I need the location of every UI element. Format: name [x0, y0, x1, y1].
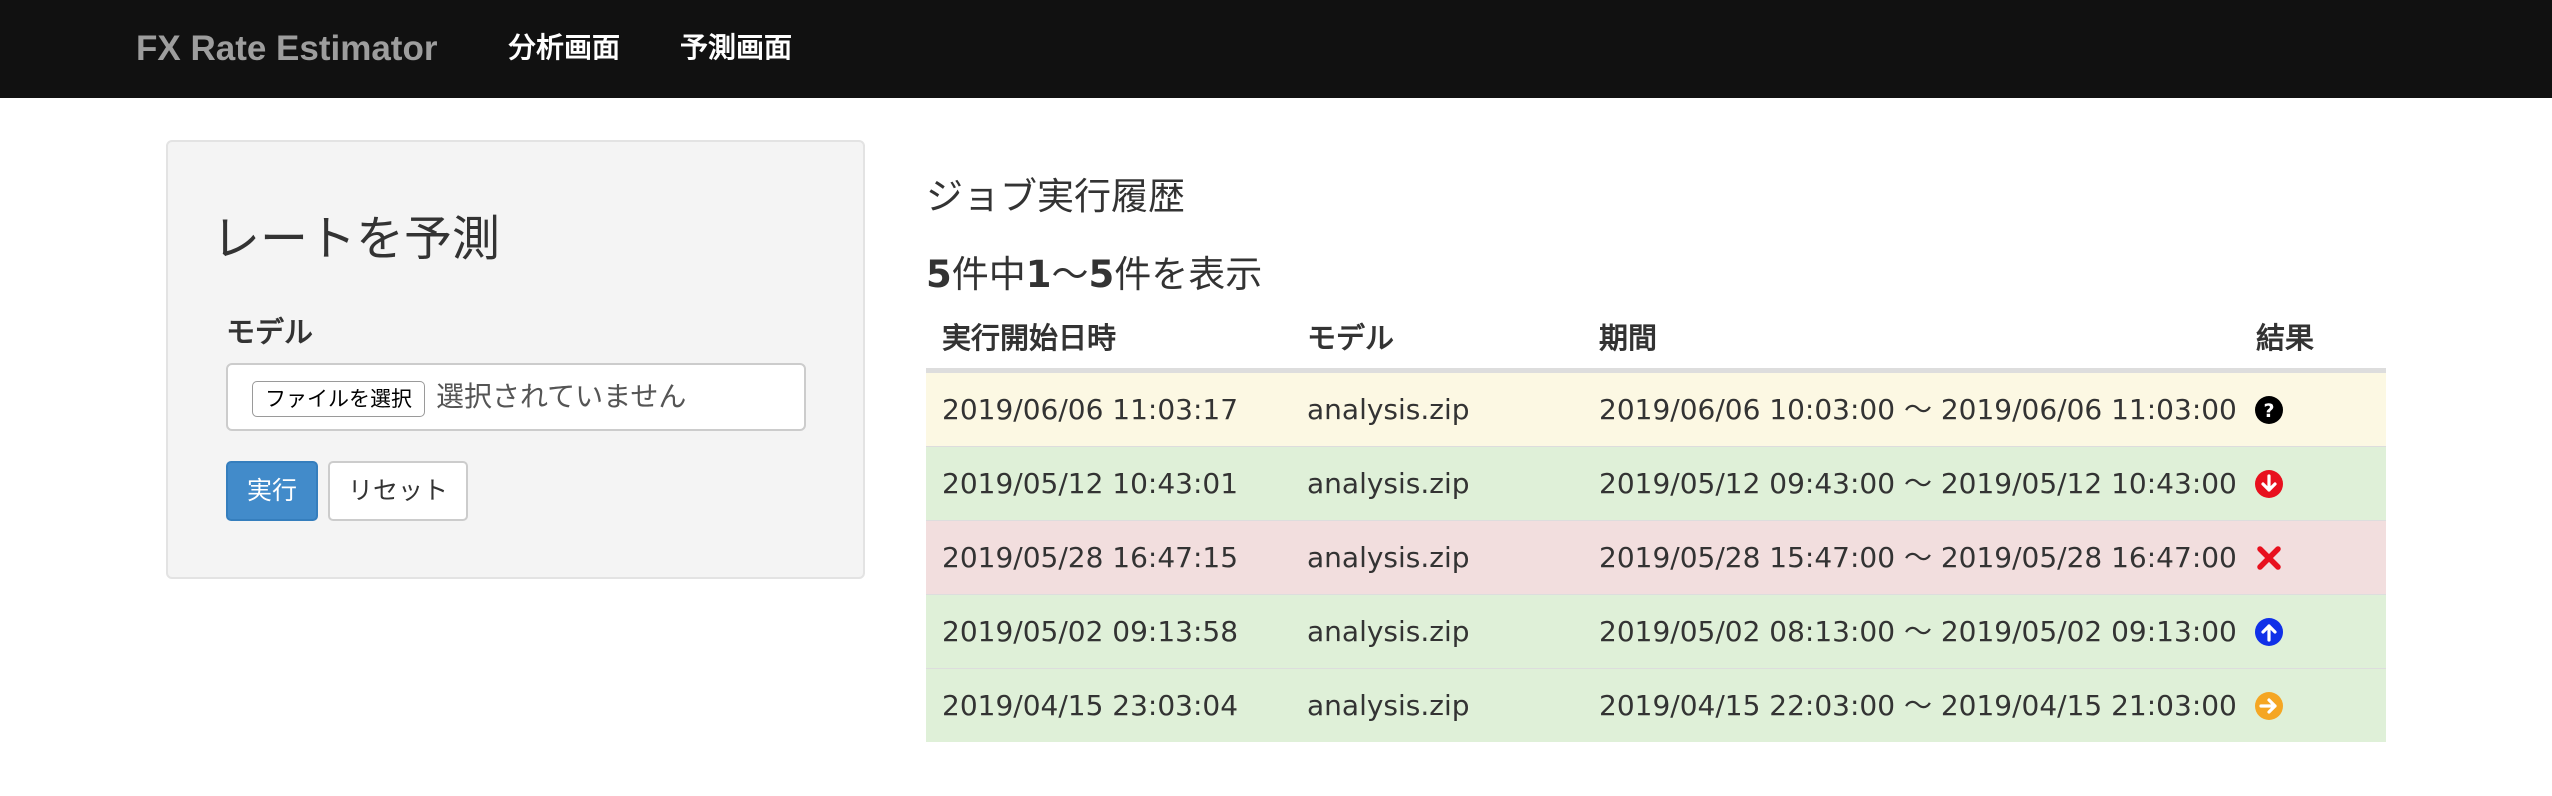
model-file-input[interactable]: ファイルを選択 選択されていません — [226, 363, 806, 431]
table-row: 2019/05/28 16:47:15 analysis.zip 2019/05/2… — [926, 520, 2386, 594]
cell-started: 2019/05/02 09:13:58 — [942, 615, 1239, 648]
cell-model: analysis.zip — [1307, 615, 1470, 648]
arrow-right-icon — [2255, 692, 2283, 720]
job-history-table: 実行開始日時 モデル 期間 結果 2019/06/06 11:03:17 anal… — [926, 310, 2386, 742]
cell-period: 2019/04/15 22:03:00 〜 2019/04/15 21:03:0… — [1599, 689, 2237, 722]
cell-started: 2019/06/06 11:03:17 — [942, 393, 1239, 426]
cell-started: 2019/05/12 10:43:01 — [942, 467, 1239, 500]
cell-model: analysis.zip — [1307, 541, 1470, 574]
count-sep: 〜 — [1051, 253, 1089, 296]
table-row: 2019/06/06 11:03:17 analysis.zip 2019/06/0… — [926, 372, 2386, 446]
nav-link-predict[interactable]: 予測画面 — [680, 28, 792, 68]
pagination-count: 5件中1〜5件を表示 — [926, 250, 1262, 300]
count-from: 1 — [1025, 253, 1052, 296]
form-title: レートを予測 — [212, 211, 501, 267]
cell-period: 2019/05/02 08:13:00 〜 2019/05/02 09:13:0… — [1599, 615, 2237, 648]
cell-started: 2019/04/15 23:03:04 — [942, 689, 1239, 722]
column-header-period: 期間 — [1599, 321, 1658, 355]
table-body: 2019/06/06 11:03:17 analysis.zip 2019/06/0… — [926, 372, 2386, 742]
count-text-1: 件中 — [951, 253, 1026, 296]
predict-form-panel: レートを予測 モデル ファイルを選択 選択されていません 実行 リセット — [166, 140, 865, 579]
cell-started: 2019/05/28 16:47:15 — [942, 541, 1239, 574]
history-title: ジョブ実行履歴 — [926, 175, 1185, 218]
cell-period: 2019/06/06 10:03:00 〜 2019/06/06 11:03:0… — [1599, 393, 2237, 426]
svg-text:?: ? — [2263, 400, 2274, 422]
cell-model: analysis.zip — [1307, 689, 1470, 722]
file-status-text: 選択されていません — [436, 380, 687, 413]
arrow-down-icon — [2255, 470, 2283, 498]
close-icon — [2257, 546, 2281, 570]
choose-file-button[interactable]: ファイルを選択 — [252, 381, 425, 417]
count-to: 5 — [1088, 253, 1115, 296]
nav-link-analysis[interactable]: 分析画面 — [508, 28, 620, 68]
navbar: FX Rate Estimator 分析画面 予測画面 — [0, 0, 2552, 98]
question-icon: ? — [2255, 396, 2283, 424]
cell-period: 2019/05/28 15:47:00 〜 2019/05/28 16:47:0… — [1599, 541, 2237, 574]
model-label: モデル — [226, 315, 314, 349]
table-header: 実行開始日時 モデル 期間 結果 — [926, 310, 2386, 372]
run-button[interactable]: 実行 — [226, 461, 318, 521]
count-total: 5 — [926, 253, 952, 296]
table-row: 2019/05/02 09:13:58 analysis.zip 2019/05/0… — [926, 594, 2386, 668]
column-header-result: 結果 — [2256, 321, 2315, 355]
brand-link[interactable]: FX Rate Estimator — [136, 26, 437, 72]
table-row: 2019/05/12 10:43:01 analysis.zip 2019/05/1… — [926, 446, 2386, 520]
count-text-2: 件を表示 — [1114, 253, 1263, 296]
cell-model: analysis.zip — [1307, 467, 1470, 500]
column-header-model: モデル — [1307, 321, 1395, 355]
cell-model: analysis.zip — [1307, 393, 1470, 426]
reset-button[interactable]: リセット — [328, 461, 468, 521]
arrow-up-icon — [2255, 618, 2283, 646]
column-header-started: 実行開始日時 — [942, 321, 1117, 355]
table-row: 2019/04/15 23:03:04 analysis.zip 2019/04/1… — [926, 668, 2386, 742]
cell-period: 2019/05/12 09:43:00 〜 2019/05/12 10:43:0… — [1599, 467, 2237, 500]
